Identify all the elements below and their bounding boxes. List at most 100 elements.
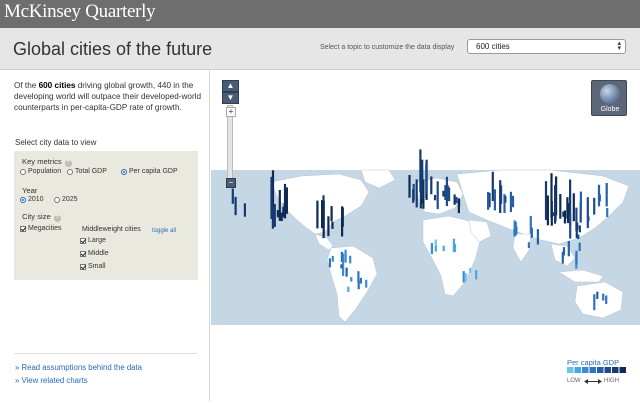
- city-bar[interactable]: [475, 270, 478, 280]
- help-icon[interactable]: ?: [64, 160, 72, 167]
- city-bar[interactable]: [278, 190, 281, 221]
- city-bar[interactable]: [578, 225, 581, 233]
- city-bar[interactable]: [430, 176, 433, 195]
- city-bar[interactable]: [536, 229, 539, 245]
- large-checkbox[interactable]: Large: [80, 237, 106, 244]
- city-bar[interactable]: [453, 194, 456, 205]
- help-icon[interactable]: ?: [53, 215, 61, 222]
- city-bar[interactable]: [421, 159, 424, 199]
- city-bar[interactable]: [586, 197, 589, 229]
- city-bar[interactable]: [276, 210, 279, 218]
- city-bar[interactable]: [606, 208, 609, 217]
- metric-population-radio[interactable]: Population: [20, 168, 61, 175]
- city-bar[interactable]: [436, 181, 439, 210]
- zoom-in-button[interactable]: +: [226, 107, 236, 117]
- city-bar[interactable]: [234, 196, 237, 216]
- city-bar[interactable]: [359, 277, 362, 284]
- city-bar[interactable]: [578, 242, 581, 251]
- city-bar[interactable]: [554, 185, 557, 224]
- city-bar[interactable]: [412, 189, 415, 203]
- city-bar[interactable]: [327, 216, 330, 237]
- city-bar[interactable]: [357, 271, 360, 283]
- world-map[interactable]: [211, 70, 640, 401]
- city-bar[interactable]: [527, 242, 530, 248]
- city-bar[interactable]: [347, 286, 350, 292]
- city-bar[interactable]: [569, 214, 572, 239]
- city-bar[interactable]: [331, 255, 334, 262]
- city-bar[interactable]: [511, 195, 515, 208]
- metric-per-capita-gdp-radio[interactable]: Per capita GDP: [121, 168, 178, 175]
- pan-up-button[interactable]: ▲: [222, 80, 239, 92]
- city-bar[interactable]: [572, 193, 575, 222]
- city-bar[interactable]: [605, 295, 608, 304]
- map-area[interactable]: [211, 70, 640, 401]
- city-bar[interactable]: [491, 171, 494, 201]
- year-2010-radio[interactable]: 2010: [20, 196, 44, 203]
- pan-down-button[interactable]: ▼: [222, 92, 239, 104]
- city-bar[interactable]: [504, 196, 507, 203]
- city-bar[interactable]: [340, 264, 343, 269]
- city-bar[interactable]: [529, 215, 532, 234]
- city-bar[interactable]: [340, 251, 343, 262]
- city-bar[interactable]: [344, 249, 347, 263]
- city-bar[interactable]: [587, 216, 590, 222]
- city-bar[interactable]: [243, 203, 246, 217]
- city-bar[interactable]: [328, 258, 331, 268]
- small-checkbox[interactable]: Small: [80, 263, 106, 270]
- city-bar[interactable]: [593, 197, 596, 215]
- city-bar[interactable]: [350, 277, 353, 282]
- city-bar[interactable]: [321, 200, 324, 229]
- city-bar[interactable]: [444, 185, 447, 200]
- city-bar[interactable]: [575, 250, 578, 265]
- city-bar[interactable]: [559, 194, 562, 219]
- topic-select[interactable]: 600 cities ▴ ▾: [467, 39, 626, 54]
- city-bar[interactable]: [597, 184, 601, 207]
- city-bar[interactable]: [457, 198, 460, 214]
- city-bar[interactable]: [442, 245, 445, 252]
- city-bar[interactable]: [322, 234, 325, 239]
- city-bar[interactable]: [579, 191, 582, 212]
- city-bar[interactable]: [593, 294, 596, 311]
- city-bar[interactable]: [231, 188, 234, 204]
- city-bar[interactable]: [415, 179, 418, 208]
- brand-logo[interactable]: McKinsey Quarterly: [4, 1, 156, 23]
- city-bar[interactable]: [453, 244, 457, 252]
- city-bar[interactable]: [605, 183, 608, 207]
- city-bar[interactable]: [365, 279, 368, 288]
- city-bar[interactable]: [345, 267, 348, 277]
- city-bar[interactable]: [442, 190, 445, 197]
- city-bar[interactable]: [596, 291, 599, 299]
- city-bar[interactable]: [562, 211, 565, 217]
- toggle-all-link[interactable]: toggle all: [152, 228, 176, 234]
- city-bar[interactable]: [566, 197, 569, 219]
- city-bar[interactable]: [462, 271, 465, 283]
- related-charts-link[interactable]: » View related charts: [15, 376, 88, 385]
- metric-total-gdp-radio[interactable]: Total GDP: [67, 168, 107, 175]
- globe-button[interactable]: Globe: [591, 80, 627, 116]
- city-bar[interactable]: [331, 221, 334, 229]
- city-bar[interactable]: [577, 234, 580, 240]
- city-bar[interactable]: [576, 222, 579, 230]
- city-bar[interactable]: [567, 241, 570, 257]
- megacities-checkbox[interactable]: Megacities: [20, 225, 61, 232]
- city-bar[interactable]: [316, 200, 319, 229]
- city-bar[interactable]: [408, 175, 411, 198]
- zoom-out-button[interactable]: −: [226, 178, 236, 188]
- city-bar[interactable]: [425, 162, 428, 194]
- city-bar[interactable]: [546, 195, 549, 226]
- city-bar[interactable]: [285, 187, 288, 214]
- city-bar[interactable]: [341, 206, 344, 237]
- city-bar[interactable]: [330, 206, 333, 222]
- city-bar[interactable]: [433, 194, 437, 201]
- city-bar[interactable]: [349, 255, 352, 264]
- city-bar[interactable]: [544, 181, 548, 220]
- city-bar[interactable]: [469, 268, 472, 273]
- city-bar[interactable]: [273, 204, 276, 227]
- city-bar[interactable]: [499, 180, 502, 213]
- city-bar[interactable]: [550, 173, 553, 218]
- assumptions-link[interactable]: » Read assumptions behind the data: [15, 363, 142, 372]
- city-bar[interactable]: [493, 189, 496, 211]
- city-bar[interactable]: [602, 293, 605, 301]
- city-bar[interactable]: [455, 197, 458, 204]
- city-bar[interactable]: [509, 191, 512, 212]
